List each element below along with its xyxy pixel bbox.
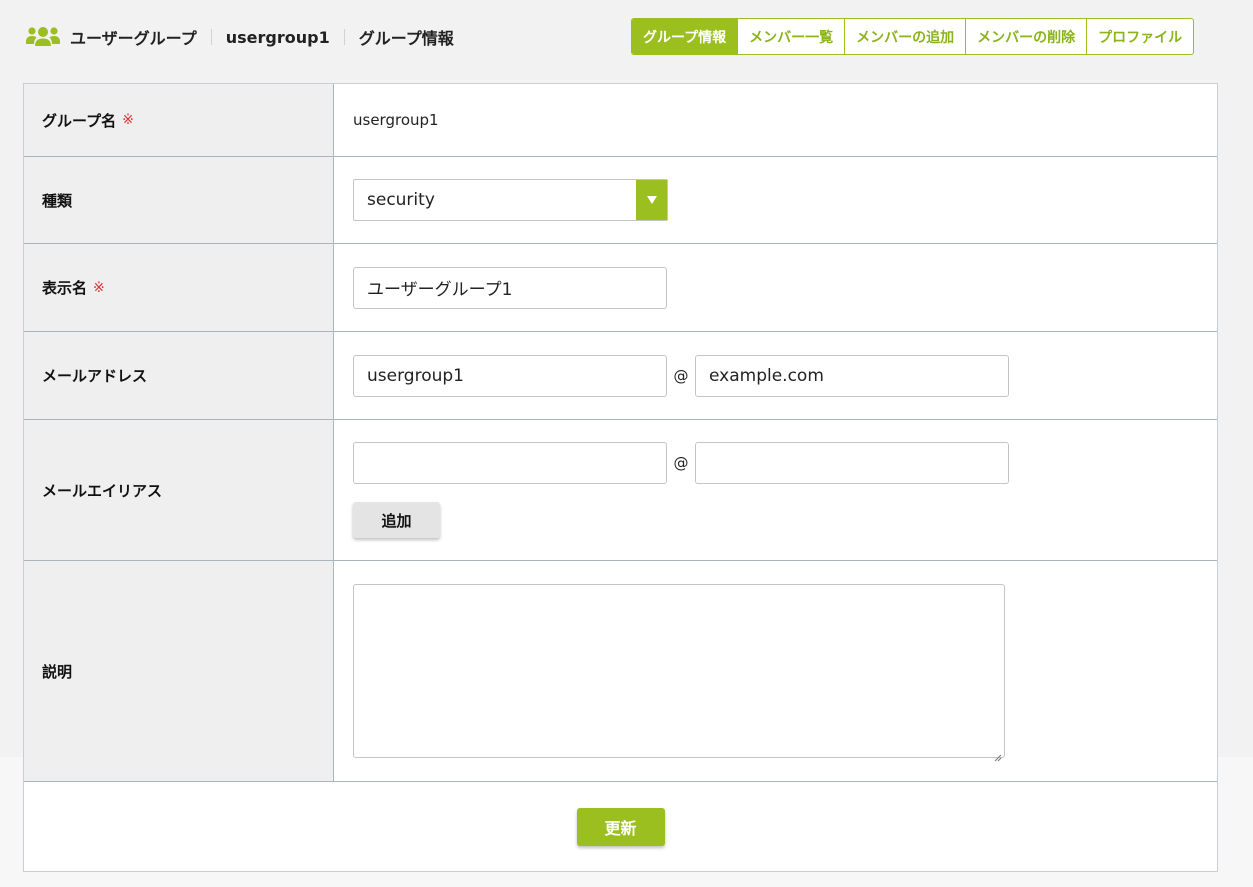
email-alias-field: @ 追加 [334,420,1217,560]
triangle-down-icon [636,180,667,220]
group-name-label: グループ名 ※ [24,84,334,156]
at-sign: @ [673,454,689,472]
breadcrumb-current: グループ情報 [358,29,454,48]
description-field [334,561,1217,781]
row-type: 種類 security [24,157,1217,244]
group-form: グループ名 ※ usergroup1 種類 security 表示名 ※ ユーザ… [23,83,1218,872]
update-button[interactable]: 更新 [576,808,665,846]
type-label-text: 種類 [42,191,73,210]
resize-grip-icon[interactable] [994,747,1002,762]
group-name-field: usergroup1 [334,84,1217,156]
type-select-value: security [367,190,435,210]
email-local-input[interactable] [353,354,667,397]
breadcrumb: ユーザーグループ usergroup1 グループ情報 [26,24,454,50]
breadcrumb-usergroups[interactable]: ユーザーグループ [70,25,197,49]
tab-profile[interactable]: プロファイル [1086,19,1193,54]
row-email: メールアドレス @ [24,332,1217,420]
email-domain-input[interactable] [695,354,1009,397]
users-icon [26,24,60,50]
row-email-alias: メールエイリアス @ 追加 [24,420,1217,561]
email-label-text: メールアドレス [42,367,148,385]
type-select[interactable]: security [353,179,668,221]
type-field: security [334,157,1217,243]
page-header: ユーザーグループ usergroup1 グループ情報 グループ情報 メンバー一覧… [0,0,1253,72]
group-name-label-text: グループ名 [42,111,117,130]
alias-domain-input[interactable] [695,442,1009,484]
required-mark: ※ [122,112,134,128]
description-textarea[interactable] [353,584,1005,758]
display-name-field [334,244,1217,331]
display-name-input[interactable] [353,266,667,309]
description-wrapper [353,584,1005,762]
tab-remove-member[interactable]: メンバーの削除 [965,19,1086,54]
tab-add-member[interactable]: メンバーの追加 [844,19,965,54]
alias-input-line: @ [353,442,1009,484]
row-display-name: 表示名 ※ [24,244,1217,332]
display-name-label: 表示名 ※ [24,244,334,331]
row-group-name: グループ名 ※ usergroup1 [24,84,1217,157]
group-name-value: usergroup1 [353,111,439,129]
description-label-text: 説明 [42,662,73,681]
row-description: 説明 [24,561,1217,782]
description-label: 説明 [24,561,334,781]
breadcrumb-group[interactable]: usergroup1 [226,28,330,47]
add-alias-button[interactable]: 追加 [353,502,440,538]
email-field: @ [334,332,1217,419]
alias-group: @ 追加 [353,442,1009,538]
tab-bar: グループ情報 メンバー一覧 メンバーの追加 メンバーの削除 プロファイル [631,18,1195,55]
type-label: 種類 [24,157,334,243]
breadcrumb-separator [343,29,345,45]
email-alias-label-text: メールエイリアス [42,481,163,500]
email-label: メールアドレス [24,332,334,419]
tab-group-info[interactable]: グループ情報 [632,19,738,54]
email-alias-label: メールエイリアス [24,420,334,560]
at-sign: @ [673,366,689,385]
display-name-label-text: 表示名 [42,279,88,297]
submit-area: 更新 [24,782,1217,872]
breadcrumb-separator [210,29,212,45]
tab-member-list[interactable]: メンバー一覧 [737,19,844,54]
alias-local-input[interactable] [353,442,667,484]
required-mark: ※ [93,279,105,296]
